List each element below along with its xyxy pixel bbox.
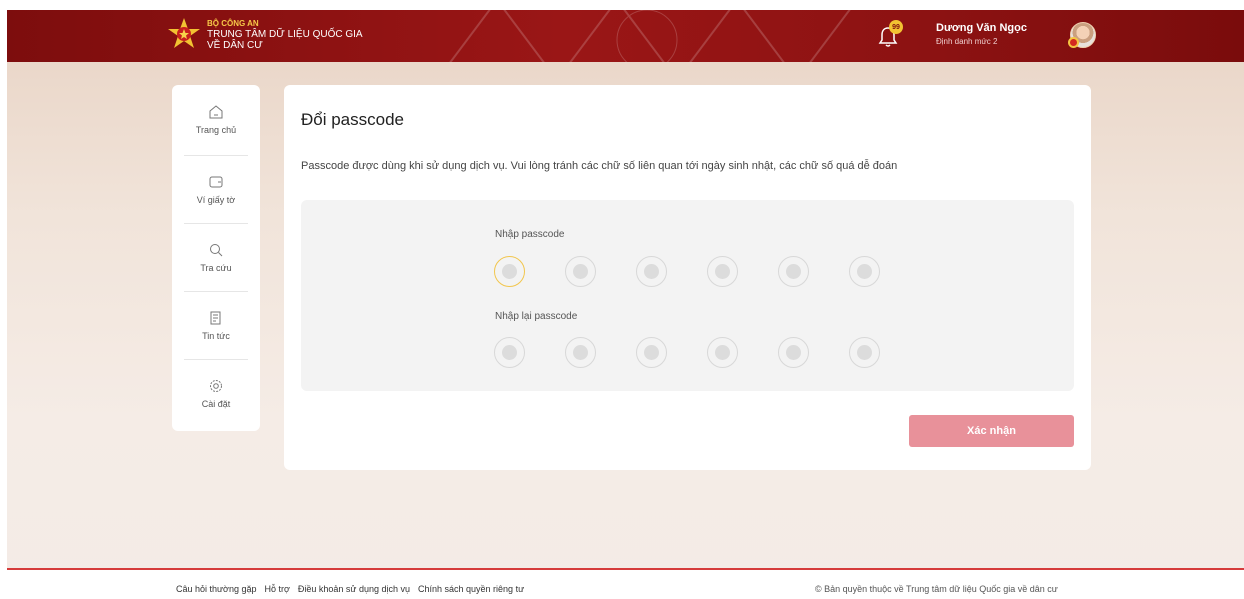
police-emblem-icon bbox=[168, 18, 200, 48]
app-frame: BỘ CÔNG AN TRUNG TÂM DỮ LIỆU QUỐC GIA VỀ… bbox=[7, 10, 1244, 599]
copyright-text: © Bản quyền thuộc về Trung tâm dữ liệu Q… bbox=[815, 584, 1058, 594]
passcode-card: Đổi passcode Passcode được dùng khi sử d… bbox=[284, 85, 1091, 470]
top-header: BỘ CÔNG AN TRUNG TÂM DỮ LIỆU QUỐC GIA VỀ… bbox=[7, 10, 1244, 62]
passcode-digit[interactable] bbox=[778, 256, 809, 287]
page-title: Đổi passcode bbox=[301, 110, 405, 129]
avatar-badge-icon bbox=[1068, 37, 1079, 48]
repeat-passcode-label: Nhập lại passcode bbox=[495, 311, 578, 322]
repeat-passcode-input[interactable] bbox=[494, 337, 920, 368]
passcode-input[interactable] bbox=[494, 256, 920, 287]
search-icon bbox=[210, 243, 223, 256]
sidebar-item-wallet[interactable]: Ví giấy tờ bbox=[172, 155, 260, 223]
footer: Câu hỏi thường gặp Hỗ trợ Điều khoản sử … bbox=[7, 570, 1244, 599]
sidebar-item-label: Cài đặt bbox=[201, 398, 231, 409]
sidebar-item-home[interactable]: Trang chủ bbox=[172, 85, 260, 153]
passcode-digit[interactable] bbox=[849, 256, 880, 287]
sidebar-item-search[interactable]: Tra cứu bbox=[172, 223, 260, 291]
page-description: Passcode được dùng khi sử dụng dịch vụ. … bbox=[301, 160, 898, 172]
footer-link-privacy[interactable]: Chính sách quyền riêng tư bbox=[418, 584, 524, 594]
repeat-passcode-digit[interactable] bbox=[849, 337, 880, 368]
user-info[interactable]: Dương Văn Ngọc Định danh mức 2 bbox=[936, 22, 1027, 46]
sidebar-item-label: Ví giấy tờ bbox=[196, 194, 236, 205]
repeat-passcode-digit[interactable] bbox=[707, 337, 738, 368]
footer-links: Câu hỏi thường gặp Hỗ trợ Điều khoản sử … bbox=[176, 584, 532, 594]
org-name-mid: TRUNG TÂM DỮ LIỆU QUỐC GIA bbox=[207, 28, 363, 40]
passcode-panel: Nhập passcode Nhập lại passcode bbox=[301, 200, 1074, 391]
passcode-digit[interactable] bbox=[565, 256, 596, 287]
notification-badge: 99 bbox=[889, 20, 903, 34]
footer-link-support[interactable]: Hỗ trợ bbox=[264, 584, 289, 594]
org-name-bot: VỀ DÂN CƯ bbox=[207, 39, 263, 51]
wallet-icon bbox=[209, 176, 223, 187]
repeat-passcode-digit[interactable] bbox=[778, 337, 809, 368]
gear-icon bbox=[210, 379, 222, 392]
repeat-passcode-digit[interactable] bbox=[636, 337, 667, 368]
sidebar-item-news[interactable]: Tin tức bbox=[172, 291, 260, 359]
news-icon bbox=[210, 311, 221, 324]
passcode-digit[interactable] bbox=[707, 256, 738, 287]
repeat-passcode-digit[interactable] bbox=[565, 337, 596, 368]
sidebar-item-label: Tra cứu bbox=[200, 262, 232, 273]
sidebar-item-label: Tin tức bbox=[202, 330, 230, 341]
home-icon bbox=[209, 104, 223, 118]
user-level: Định danh mức 2 bbox=[936, 37, 998, 46]
passcode-digit[interactable] bbox=[494, 256, 525, 287]
sidebar-item-label: Trang chủ bbox=[195, 124, 237, 135]
repeat-passcode-digit[interactable] bbox=[494, 337, 525, 368]
brand-logo[interactable]: BỘ CÔNG AN TRUNG TÂM DỮ LIỆU QUỐC GIA VỀ… bbox=[167, 17, 363, 51]
sidebar-item-settings[interactable]: Cài đặt bbox=[172, 359, 260, 427]
org-name-top: BỘ CÔNG AN bbox=[207, 18, 259, 28]
confirm-button[interactable]: Xác nhận bbox=[909, 415, 1074, 447]
footer-link-faq[interactable]: Câu hỏi thường gặp bbox=[176, 584, 256, 594]
footer-link-terms[interactable]: Điều khoản sử dụng dịch vụ bbox=[298, 584, 410, 594]
passcode-digit[interactable] bbox=[636, 256, 667, 287]
passcode-label: Nhập passcode bbox=[495, 229, 565, 240]
avatar[interactable] bbox=[1068, 22, 1096, 48]
sidebar: Trang chủ Ví giấy tờ Tra cứu Tin tức Cài… bbox=[172, 85, 260, 431]
notification-button[interactable]: 99 bbox=[878, 20, 903, 48]
user-name: Dương Văn Ngọc bbox=[936, 22, 1027, 34]
header-pattern bbox=[449, 10, 851, 62]
